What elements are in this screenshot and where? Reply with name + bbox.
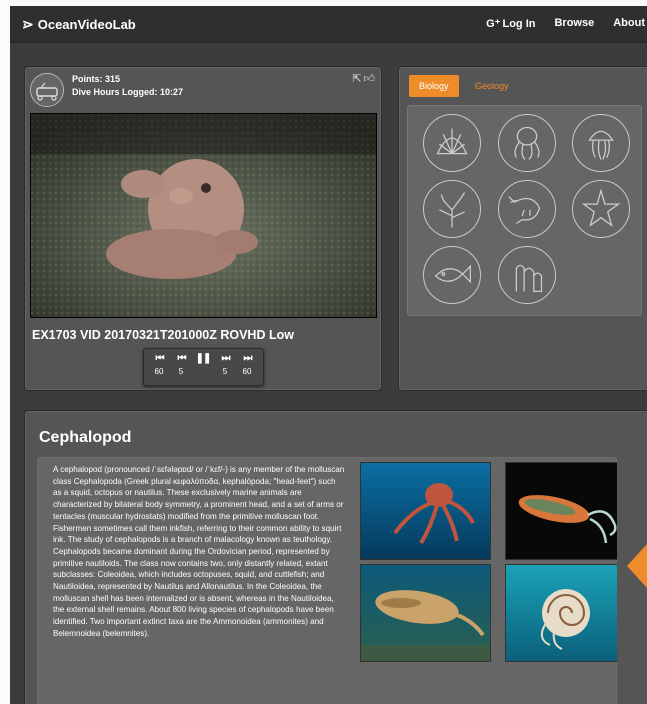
fish-icon[interactable] [423,246,481,304]
shrimp-icon[interactable] [498,180,556,238]
scallop-icon[interactable] [423,114,481,172]
next-arrow-icon[interactable] [627,544,647,588]
paragraph-2: Cephalopods became dominant during the O… [53,546,334,638]
skip-forward-60-label: 60 [242,367,252,376]
starfish-icon[interactable] [572,180,630,238]
logo-arrow-icon: ⋗ [22,16,34,32]
paragraph-1: A cephalopod (pronounced /ˈsɛfələpɒd/ or… [53,465,345,545]
playback-controls: ⏮ 60 ⏮ 5 ❚❚ ⏭ 5 ⏭ 60 [143,348,264,386]
article-title: Cephalopod [39,429,132,446]
dive-hours-text: Dive Hours Logged: 10:27 [72,87,184,97]
skip-forward-60-icon: ⏭ [243,353,253,364]
like-icon[interactable]: 👍︎ [364,72,376,85]
logo-text: OceanVideoLab [37,17,136,32]
octopus-icon[interactable] [498,114,556,172]
user-stats: Points: 315 Dive Hours Logged: 10:27 [72,73,183,99]
article-body: A cephalopod (pronounced /ˈsɛfələpɒd/ or… [37,457,617,704]
skip-back-5-icon: ⏮ [177,353,187,364]
logo[interactable]: ⋗ OceanVideoLab [22,16,136,33]
skip-back-60-button[interactable]: ⏮ 60 [148,352,170,376]
browse-link[interactable]: Browse [554,17,594,30]
coral-icon[interactable] [423,180,481,238]
video-panel: Points: 315 Dive Hours Logged: 10:27 ⇱ 👍… [24,66,382,391]
skip-back-5-label: 5 [178,367,184,376]
octopus-video-frame [31,114,376,317]
skip-forward-60-button[interactable]: ⏭ 60 [236,352,258,376]
skip-back-5-button[interactable]: ⏮ 5 [170,352,192,376]
diver-avatar-icon [31,74,63,106]
nautilus-photo[interactable] [505,564,617,662]
info-panel: Cephalopod A cephalopod (pronounced /ˈsɛ… [24,410,647,704]
login-link[interactable]: G⁺ Log In [486,17,536,31]
avatar[interactable] [30,73,64,107]
squid-photo[interactable] [505,462,617,560]
share-tools: ⇱ 👍︎ [352,72,375,85]
skip-forward-5-icon: ⏭ [221,353,231,364]
nav-links: G⁺ Log In Browse About [486,17,647,30]
jellyfish-icon[interactable] [572,114,630,172]
points-text: Points: 315 [72,74,121,84]
about-link[interactable]: About [613,17,645,30]
tab-geology[interactable]: Geology [465,75,519,97]
skip-forward-5-label: 5 [222,367,228,376]
skip-forward-5-button[interactable]: ⏭ 5 [214,352,236,376]
sponge-icon[interactable] [498,246,556,304]
login-label: Log In [502,17,536,30]
category-panel: Biology Geology [398,66,647,391]
pause-button[interactable]: ❚❚ [192,352,214,367]
category-grid [407,105,642,316]
skip-back-60-icon: ⏮ [155,353,165,364]
tab-biology[interactable]: Biology [409,75,459,97]
pause-icon: ❚❚ [195,353,212,364]
video-title: EX1703 VID 20170321T201000Z ROVHD Low [32,328,294,342]
google-plus-icon: G⁺ [486,18,501,30]
top-nav-bar: ⋗ OceanVideoLab G⁺ Log In Browse About [10,6,647,43]
app-window: ⋗ OceanVideoLab G⁺ Log In Browse About P… [10,6,647,704]
article-text: A cephalopod (pronounced /ˈsɛfələpɒd/ or… [53,464,345,640]
skip-back-60-label: 60 [154,367,164,376]
octopus-photo[interactable] [360,462,491,560]
share-icon[interactable]: ⇱ [352,72,361,85]
video-player[interactable] [30,113,377,318]
cuttlefish-photo[interactable] [360,564,491,662]
